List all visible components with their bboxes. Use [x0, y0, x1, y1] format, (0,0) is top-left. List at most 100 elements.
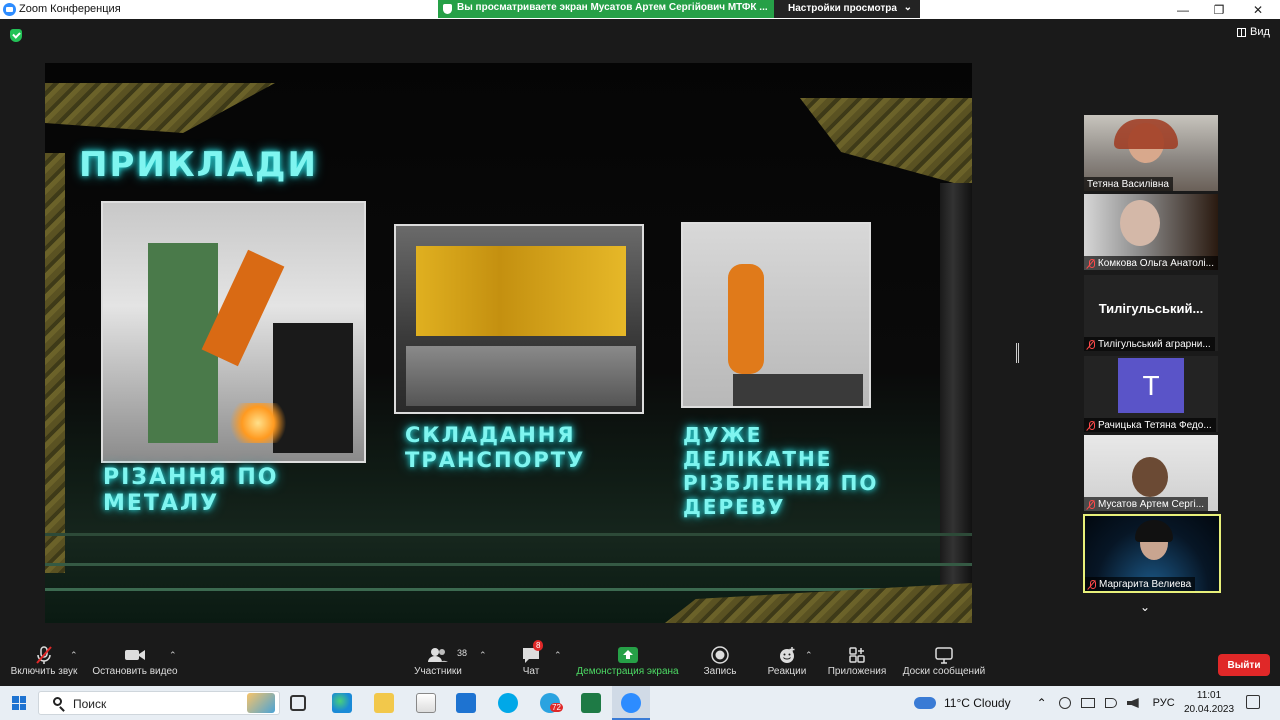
muted-mic-icon — [1088, 579, 1096, 590]
grid-view-icon — [1237, 27, 1246, 37]
stop-video-label: Остановить видео — [92, 666, 178, 677]
slide-title: Приклади — [79, 145, 318, 185]
leave-meeting-button[interactable]: Выйти — [1218, 654, 1270, 676]
wifi-icon[interactable] — [1104, 698, 1117, 708]
caption-line: Дуже — [683, 423, 763, 447]
file-explorer-icon[interactable] — [374, 693, 394, 713]
video-camera-icon — [124, 644, 146, 666]
battery-icon[interactable] — [1080, 698, 1095, 708]
store-icon[interactable] — [416, 693, 436, 713]
reactions-options-caret[interactable]: ⌃ — [805, 650, 813, 661]
participant-name: Мусатов Артем Сергі... — [1084, 497, 1209, 511]
zoom-taskbar-button[interactable] — [612, 686, 650, 720]
video-options-caret[interactable]: ⌃ — [169, 650, 177, 661]
chat-button[interactable]: 8 Чат — [515, 640, 547, 677]
audio-options-caret[interactable]: ⌃ — [70, 650, 78, 661]
floor-line — [45, 563, 972, 566]
photo-vehicle-assembly — [394, 224, 644, 414]
floor-line — [45, 588, 972, 591]
shared-screen: Приклади Різання по металу Складання тра… — [45, 63, 972, 623]
record-label: Запись — [703, 666, 737, 677]
floor-line — [45, 533, 972, 536]
chat-unread-badge: 8 — [533, 640, 544, 651]
taskbar-search-box[interactable]: Поиск — [38, 691, 280, 715]
minimize-button[interactable]: — — [1165, 0, 1201, 19]
participants-button[interactable]: 38 Участники — [412, 644, 467, 677]
participants-icon: 38 — [427, 644, 467, 666]
task-view-icon[interactable] — [290, 695, 306, 711]
share-screen-label: Демонстрация экрана — [576, 666, 679, 677]
windows-taskbar: Поиск 72 11°C Cloudy ⌃ РУС 11:01 20.04.2… — [0, 686, 1280, 720]
chat-options-caret[interactable]: ⌃ — [554, 650, 562, 661]
reactions-icon — [778, 644, 796, 666]
zoom-logo-icon — [3, 3, 16, 16]
edge-browser-icon[interactable] — [332, 693, 352, 713]
close-button[interactable]: ✕ — [1240, 0, 1276, 19]
apps-icon — [848, 644, 866, 666]
caption-line: Різання по — [103, 465, 279, 490]
participant-display-name: Тилігульський... — [1098, 301, 1204, 316]
shield-icon — [443, 4, 452, 14]
stop-video-button[interactable]: Остановить видео — [92, 644, 178, 677]
muted-mic-icon — [1087, 258, 1095, 269]
participant-tile[interactable]: Тетяна Василівна — [1084, 115, 1218, 191]
caption-wood-carving: Дуже делікатне різблення по дереву — [683, 423, 878, 519]
participant-name: Маргарита Велиева — [1085, 577, 1196, 591]
excel-icon[interactable] — [581, 693, 601, 713]
share-banner-text: Вы просматриваете экран Мусатов Артем Се… — [457, 2, 768, 13]
volume-icon[interactable] — [1126, 698, 1139, 708]
rust-panel-left — [45, 153, 65, 573]
caption-line: транспорту — [405, 448, 586, 473]
view-button[interactable]: Вид — [1237, 26, 1270, 38]
weather-text[interactable]: 11°C Cloudy — [944, 696, 1011, 710]
whiteboards-button[interactable]: Доски сообщений — [900, 644, 988, 677]
chevron-up-icon[interactable]: ⌃ — [1037, 696, 1047, 710]
taskbar-search-placeholder: Поиск — [73, 697, 107, 711]
apps-button[interactable]: Приложения — [826, 644, 888, 677]
participant-tile-active-speaker[interactable]: Маргарита Велиева — [1083, 514, 1221, 593]
view-settings-label: Настройки просмотра — [788, 3, 897, 14]
reactions-label: Реакции — [767, 666, 807, 677]
network-icon[interactable] — [1058, 697, 1071, 709]
participant-name: Тилігульський аграрни... — [1084, 337, 1215, 351]
record-button[interactable]: Запись — [702, 644, 738, 677]
notifications-icon[interactable] — [1246, 695, 1260, 709]
search-highlight-icon — [247, 693, 275, 713]
security-shield-icon[interactable] — [10, 29, 22, 42]
robot-arms — [416, 246, 626, 336]
split-resize-handle[interactable] — [1016, 343, 1019, 363]
sparks — [223, 403, 293, 443]
caption-vehicle-assembly: Складання транспорту — [405, 423, 585, 473]
language-indicator[interactable]: РУС — [1153, 697, 1175, 709]
whiteboard-icon — [934, 644, 954, 666]
participants-count: 38 — [457, 648, 468, 658]
view-settings-dropdown[interactable]: Настройки просмотра ⌄ — [774, 0, 920, 18]
mail-icon[interactable] — [456, 693, 476, 713]
taskbar-clock[interactable]: 11:01 20.04.2023 — [1184, 689, 1234, 717]
reactions-button[interactable]: Реакции — [766, 644, 808, 677]
participant-tile[interactable]: Комкова Ольга Анатолі... — [1084, 194, 1218, 270]
unmute-label: Включить звук — [10, 666, 78, 677]
photo-metal-cutting — [101, 201, 366, 463]
skype-icon[interactable] — [498, 693, 518, 713]
whiteboards-label: Доски сообщений — [902, 666, 986, 677]
participant-name: Рачицька Тетяна Федо... — [1084, 418, 1216, 432]
maximize-button[interactable]: ❐ — [1201, 0, 1237, 19]
share-screen-button[interactable]: Демонстрация экрана — [575, 644, 680, 677]
participant-tile[interactable]: Тилігульський... Тилігульський аграрни..… — [1084, 275, 1218, 351]
participant-tile[interactable]: Мусатов Артем Сергі... — [1084, 435, 1218, 511]
search-icon — [53, 697, 62, 706]
screen-share-banner: Вы просматриваете экран Мусатов Артем Се… — [438, 0, 774, 18]
unmute-button[interactable]: Включить звук — [9, 644, 79, 677]
caption-line: дереву — [683, 495, 786, 519]
windows-start-icon[interactable] — [12, 696, 26, 710]
participants-options-caret[interactable]: ⌃ — [479, 650, 487, 661]
participant-face — [1120, 200, 1160, 246]
assembly-line — [406, 346, 636, 406]
caption-line: різблення по — [683, 471, 879, 495]
muted-mic-icon — [1087, 499, 1095, 510]
participant-tile[interactable]: T Рачицька Тетяна Федо... — [1084, 356, 1218, 432]
telegram-icon[interactable]: 72 — [540, 693, 563, 713]
chat-icon: 8 — [521, 640, 544, 666]
chevron-down-icon[interactable]: ⌄ — [1140, 600, 1150, 614]
